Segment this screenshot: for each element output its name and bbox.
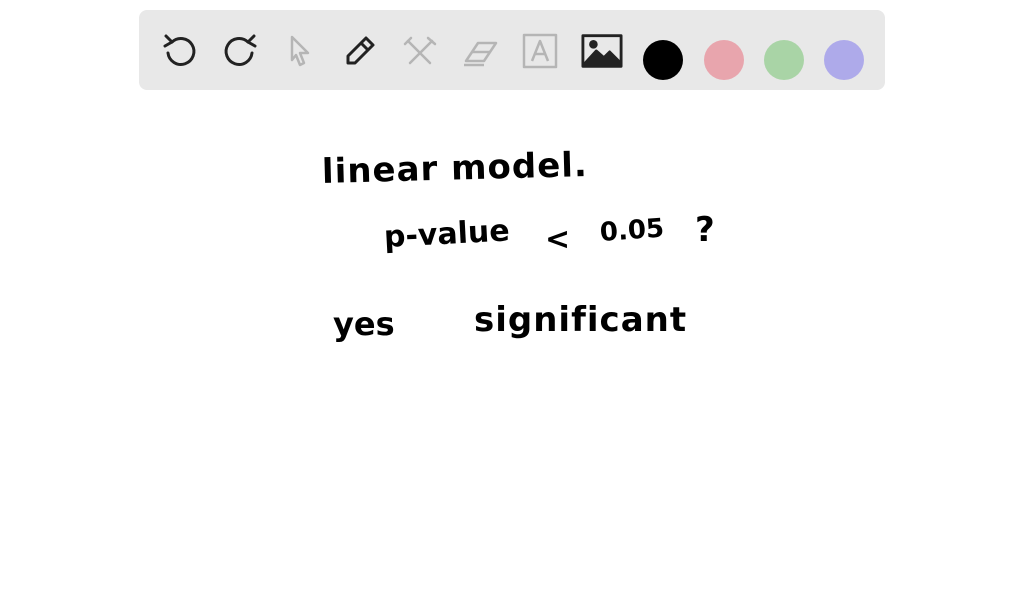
handwritten-text-question-mark: ? xyxy=(695,210,715,250)
pencil-icon[interactable] xyxy=(339,30,381,72)
tools-icon[interactable] xyxy=(399,30,441,72)
redo-icon[interactable] xyxy=(219,30,261,72)
text-icon[interactable] xyxy=(519,30,561,72)
handwritten-text-less-than: < xyxy=(545,222,571,257)
handwritten-text-threshold: 0.05 xyxy=(598,213,666,248)
color-swatch-purple[interactable] xyxy=(824,40,864,80)
handwritten-text-yes: yes xyxy=(333,305,395,343)
color-swatch-green[interactable] xyxy=(764,40,804,80)
image-icon[interactable] xyxy=(581,30,623,72)
color-swatch-black[interactable] xyxy=(643,40,683,80)
handwritten-text-linear-model: linear model. xyxy=(321,145,589,192)
handwritten-text-significant: significant xyxy=(474,300,688,340)
drawing-toolbar xyxy=(139,10,885,90)
undo-icon[interactable] xyxy=(159,30,201,72)
drawing-canvas[interactable]: linear model. p-value < 0.05 ? yes signi… xyxy=(0,100,1024,594)
pointer-icon[interactable] xyxy=(279,30,321,72)
color-swatch-pink[interactable] xyxy=(704,40,744,80)
eraser-icon[interactable] xyxy=(459,30,501,72)
handwritten-text-pvalue: p-value xyxy=(383,213,511,255)
